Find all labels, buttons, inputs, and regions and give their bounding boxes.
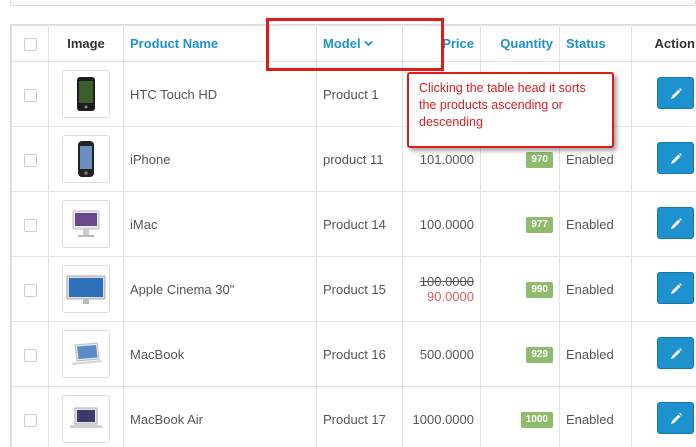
product-status: Enabled (559, 256, 632, 322)
product-name: MacBook Air (123, 386, 317, 447)
product-thumbnail (62, 200, 110, 248)
row-checkbox[interactable] (23, 153, 37, 167)
phone-black-icon (77, 77, 95, 111)
quantity-badge: 1000 (520, 412, 553, 428)
sort-status-link[interactable]: Status (566, 36, 606, 51)
table-row: iMac Product 14 100.0000 977 Enabled (11, 191, 696, 257)
product-quantity: 977 (480, 191, 560, 257)
quantity-badge: 977 (526, 217, 553, 233)
table-row: MacBook Product 16 500.0000 929 Enabled (11, 321, 696, 387)
row-checkbox[interactable] (23, 348, 37, 362)
pencil-icon (671, 152, 682, 164)
product-name: HTC Touch HD (123, 61, 317, 127)
edit-button[interactable] (657, 141, 694, 174)
macbook-air-icon (69, 407, 103, 428)
imac-icon (72, 210, 100, 237)
product-price: 500.0000 (402, 321, 481, 387)
row-checkbox[interactable] (23, 88, 37, 102)
model-header-highlight-box (266, 18, 444, 71)
product-price: 100.0000 90.0000 (402, 256, 481, 322)
product-name: iMac (123, 191, 317, 257)
product-thumbnail (62, 330, 110, 378)
product-status: Enabled (559, 191, 632, 257)
product-model: Product 16 (316, 321, 403, 387)
pencil-icon (671, 282, 682, 294)
pencil-icon (671, 87, 682, 99)
product-price: 1000.0000 (402, 386, 481, 447)
quantity-badge: 970 (526, 152, 553, 168)
original-price: 100.0000 (419, 274, 474, 289)
table-row: MacBook Air Product 17 1000.0000 1000 En… (11, 386, 696, 447)
edit-button[interactable] (657, 271, 694, 304)
product-thumbnail (62, 70, 110, 118)
product-model: Product 17 (316, 386, 403, 447)
product-name: MacBook (123, 321, 317, 387)
product-model: Product 14 (316, 191, 403, 257)
product-status: Enabled (559, 321, 632, 387)
sort-price-link[interactable]: Price (442, 36, 474, 51)
macbook-icon (71, 342, 103, 365)
product-price: 100.0000 (402, 191, 481, 257)
iphone-icon (78, 141, 94, 177)
quantity-badge: 929 (526, 347, 553, 363)
column-header-status[interactable]: Status (559, 25, 632, 62)
select-all-cell (11, 25, 49, 62)
column-header-quantity[interactable]: Quantity (480, 25, 560, 62)
row-checkbox[interactable] (23, 218, 37, 232)
product-model: product 11 (316, 126, 403, 192)
product-name: Apple Cinema 30" (123, 256, 317, 322)
pencil-icon (671, 347, 682, 359)
row-checkbox[interactable] (23, 413, 37, 427)
product-thumbnail (62, 265, 110, 313)
select-all-checkbox[interactable] (23, 38, 37, 52)
product-name: iPhone (123, 126, 317, 192)
pencil-icon (671, 217, 682, 229)
edit-button[interactable] (657, 76, 694, 109)
sort-product-name-link[interactable]: Product Name (130, 36, 218, 51)
product-status: Enabled (559, 386, 632, 447)
quantity-badge: 990 (526, 282, 553, 298)
product-quantity: 929 (480, 321, 560, 387)
edit-button[interactable] (657, 336, 694, 369)
column-header-action: Action (631, 25, 696, 62)
column-header-image: Image (48, 25, 124, 62)
product-quantity: 1000 (480, 386, 560, 447)
sort-quantity-link[interactable]: Quantity (500, 36, 553, 51)
product-thumbnail (62, 395, 110, 443)
product-model: Product 15 (316, 256, 403, 322)
edit-button[interactable] (657, 401, 694, 434)
edit-button[interactable] (657, 206, 694, 239)
special-price: 90.0000 (427, 289, 474, 304)
pencil-icon (671, 412, 682, 424)
product-quantity: 990 (480, 256, 560, 322)
annotation-callout: Clicking the table head it sorts the pro… (407, 72, 614, 148)
cinema-display-icon (66, 275, 106, 304)
previous-panel-edge (10, 0, 696, 6)
row-checkbox[interactable] (23, 283, 37, 297)
product-model: Product 1 (316, 61, 403, 127)
table-row: Apple Cinema 30" Product 15 100.0000 90.0… (11, 256, 696, 322)
product-thumbnail (62, 135, 110, 183)
